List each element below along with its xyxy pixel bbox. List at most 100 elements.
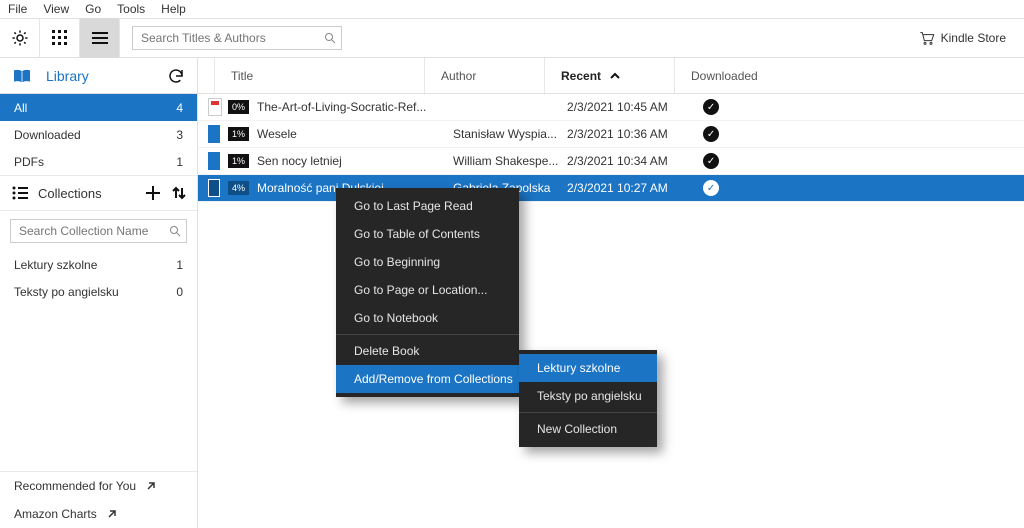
sync-button[interactable] — [167, 67, 185, 85]
ctx-go-beginning[interactable]: Go to Beginning — [336, 248, 519, 276]
kindle-store-link[interactable]: Kindle Store — [919, 31, 1006, 45]
filter-downloaded[interactable]: Downloaded 3 — [0, 121, 197, 148]
header-downloaded[interactable]: Downloaded — [674, 58, 1024, 93]
ctx-divider — [336, 334, 519, 335]
ctx-delete-book[interactable]: Delete Book — [336, 337, 519, 365]
search-wrapper — [132, 26, 342, 50]
book-row[interactable]: 0% The-Art-of-Living-Socratic-Ref... 2/3… — [198, 94, 1024, 121]
collection-item-lektury[interactable]: Lektury szkolne 1 — [0, 251, 197, 278]
downloaded-cell: ✓ — [697, 180, 719, 197]
book-author: William Shakespe... — [447, 154, 567, 168]
content-area: Title Author Recent Downloaded 0% The-Ar… — [198, 58, 1024, 528]
header-title[interactable]: Title — [214, 58, 424, 93]
book-row[interactable]: 1% Sen nocy letniej William Shakespe... … — [198, 148, 1024, 175]
table-header: Title Author Recent Downloaded — [198, 58, 1024, 94]
filter-pdfs-label: PDFs — [14, 155, 44, 169]
downloaded-cell: ✓ — [697, 153, 719, 170]
collection-search-wrapper — [10, 219, 187, 243]
library-label: Library — [46, 68, 89, 84]
header-author[interactable]: Author — [424, 58, 544, 93]
grid-icon — [52, 30, 68, 46]
progress-badge: 1% — [228, 154, 249, 168]
brightness-button[interactable] — [0, 18, 40, 58]
filter-downloaded-count: 3 — [176, 128, 183, 142]
list-view-button[interactable] — [80, 18, 120, 58]
collections-header: Collections — [0, 175, 197, 211]
book-recent: 2/3/2021 10:36 AM — [567, 127, 697, 141]
sun-icon — [11, 29, 29, 47]
pdf-thumb-icon — [208, 98, 222, 116]
recommended-label: Recommended for You — [14, 479, 136, 493]
collections-label: Collections — [38, 186, 102, 201]
book-recent: 2/3/2021 10:27 AM — [567, 181, 697, 195]
amazon-charts-label: Amazon Charts — [14, 507, 97, 521]
book-thumb-icon — [208, 152, 220, 170]
add-collection-button[interactable] — [145, 185, 161, 201]
cart-icon — [919, 31, 935, 45]
collection-item-count: 1 — [176, 258, 183, 272]
menu-view[interactable]: View — [43, 2, 69, 16]
recommended-link[interactable]: Recommended for You — [0, 472, 197, 500]
sort-icon — [171, 185, 187, 201]
progress-badge: 4% — [228, 181, 249, 195]
list-icon — [92, 31, 108, 45]
menu-tools[interactable]: Tools — [117, 2, 145, 16]
library-header[interactable]: Library — [0, 58, 197, 94]
book-row[interactable]: 1% Wesele Stanisław Wyspia... 2/3/2021 1… — [198, 121, 1024, 148]
header-recent[interactable]: Recent — [544, 58, 674, 93]
book-thumb-icon — [208, 179, 220, 197]
plus-icon — [145, 185, 161, 201]
menu-file[interactable]: File — [8, 2, 27, 16]
menu-help[interactable]: Help — [161, 2, 186, 16]
ctx-add-remove-collections[interactable]: Add/Remove from Collections — [336, 365, 519, 393]
check-icon: ✓ — [703, 180, 719, 196]
external-link-icon — [146, 481, 156, 491]
sort-collections-button[interactable] — [171, 185, 187, 201]
collection-search-input[interactable] — [10, 219, 187, 243]
toolbar: Kindle Store — [0, 18, 1024, 58]
sidebar-bottom: Recommended for You Amazon Charts — [0, 471, 197, 528]
collections-submenu: Lektury szkolne Teksty po angielsku New … — [519, 350, 657, 447]
check-icon: ✓ — [703, 99, 719, 115]
ctx-go-page-location[interactable]: Go to Page or Location... — [336, 276, 519, 304]
filter-all-label: All — [14, 101, 27, 115]
ctx-divider — [519, 412, 657, 413]
chevron-up-icon — [609, 70, 621, 82]
sync-icon — [167, 67, 185, 85]
kindle-store-label: Kindle Store — [941, 31, 1006, 45]
header-icon-col — [198, 58, 214, 93]
filter-downloaded-label: Downloaded — [14, 128, 81, 142]
book-row[interactable]: 4% Moralność pani Dulskiej Gabriela Zapo… — [198, 175, 1024, 202]
downloaded-cell: ✓ — [697, 99, 719, 116]
book-thumb-icon — [208, 125, 220, 143]
submenu-new-collection[interactable]: New Collection — [519, 415, 657, 443]
book-title: The-Art-of-Living-Socratic-Ref... — [257, 100, 447, 114]
book-recent: 2/3/2021 10:45 AM — [567, 100, 697, 114]
amazon-charts-link[interactable]: Amazon Charts — [0, 500, 197, 528]
book-icon — [12, 68, 32, 84]
grid-view-button[interactable] — [40, 18, 80, 58]
search-input[interactable] — [132, 26, 342, 50]
sidebar: Library All 4 Downloaded 3 PDFs 1 Collec… — [0, 58, 198, 528]
book-author: Stanisław Wyspia... — [447, 127, 567, 141]
ctx-go-notebook[interactable]: Go to Notebook — [336, 304, 519, 332]
ctx-add-remove-label: Add/Remove from Collections — [354, 372, 513, 386]
book-title: Sen nocy letniej — [257, 154, 447, 168]
book-title: Wesele — [257, 127, 447, 141]
collection-item-label: Teksty po angielsku — [14, 285, 119, 299]
submenu-teksty[interactable]: Teksty po angielsku — [519, 382, 657, 410]
ctx-go-last-page[interactable]: Go to Last Page Read — [336, 192, 519, 220]
filter-all-count: 4 — [176, 101, 183, 115]
filter-pdfs-count: 1 — [176, 155, 183, 169]
ctx-go-toc[interactable]: Go to Table of Contents — [336, 220, 519, 248]
check-icon: ✓ — [703, 153, 719, 169]
progress-badge: 1% — [228, 127, 249, 141]
menu-bar: File View Go Tools Help — [0, 0, 1024, 18]
filter-pdfs[interactable]: PDFs 1 — [0, 148, 197, 175]
collection-item-count: 0 — [176, 285, 183, 299]
filter-all[interactable]: All 4 — [0, 94, 197, 121]
collection-item-teksty[interactable]: Teksty po angielsku 0 — [0, 278, 197, 305]
collections-icon — [12, 186, 28, 200]
menu-go[interactable]: Go — [85, 2, 101, 16]
submenu-lektury[interactable]: Lektury szkolne — [519, 354, 657, 382]
